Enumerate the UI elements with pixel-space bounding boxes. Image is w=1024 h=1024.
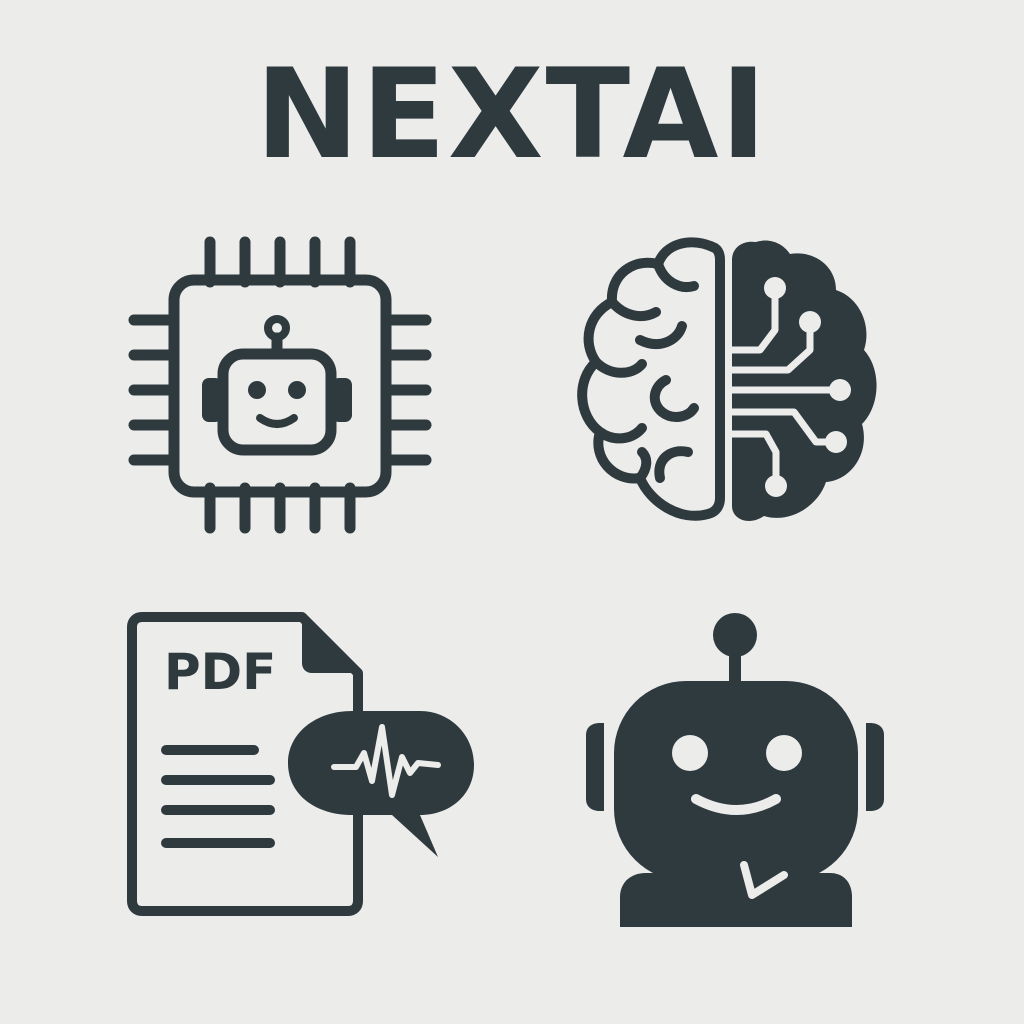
pdf-document-chat-icon: PDF xyxy=(120,605,490,925)
pdf-label: PDF xyxy=(164,643,276,701)
brand-title: NEXTAI xyxy=(255,43,769,187)
chatbot-icon xyxy=(570,605,900,935)
brain-circuit-icon xyxy=(570,230,890,540)
logo-canvas: NEXTAI PDF xyxy=(0,0,1024,1024)
chip-robot-icon xyxy=(120,230,440,540)
